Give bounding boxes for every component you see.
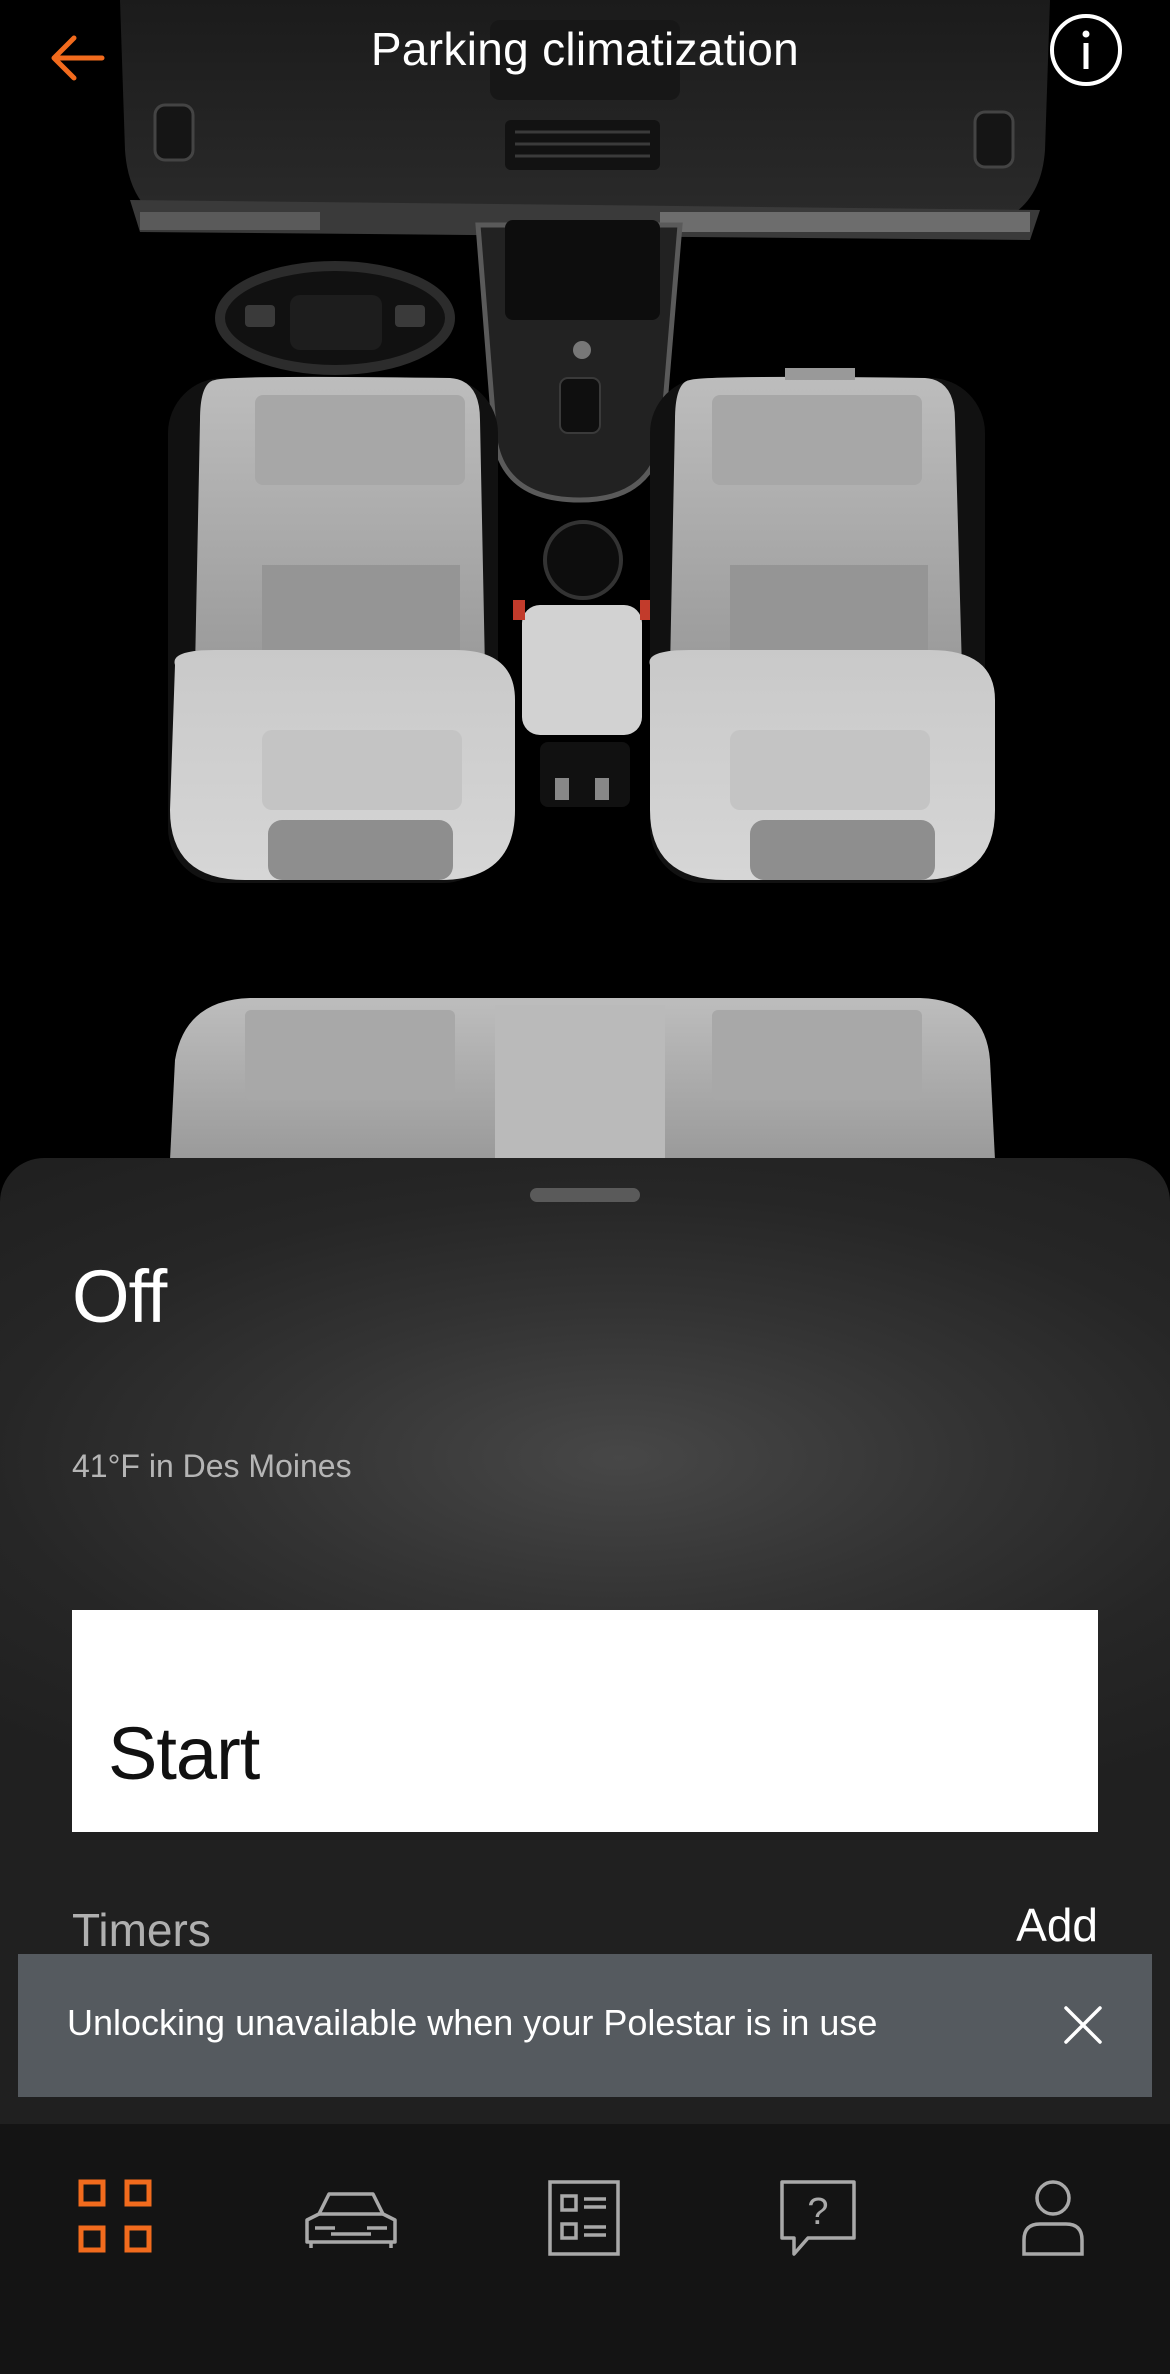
person-icon: [1022, 2180, 1084, 2256]
list-document-icon: [548, 2180, 620, 2256]
info-circle-icon: [1050, 14, 1122, 86]
sheet-grabber[interactable]: [530, 1188, 640, 1202]
close-icon: [1064, 2006, 1102, 2044]
right-front-seat: [649, 368, 995, 883]
top-header: Parking climatization: [0, 0, 1170, 110]
car-icon: [305, 2192, 397, 2248]
toast-message: Unlocking unavailable when your Polestar…: [67, 2002, 878, 2043]
rear-seat: [170, 998, 995, 1165]
svg-text:?: ?: [807, 2191, 828, 2233]
add-timer-button[interactable]: Add: [1016, 1898, 1098, 1952]
page-title: Parking climatization: [370, 23, 800, 75]
nav-item-profile[interactable]: [993, 2158, 1113, 2278]
bottom-navigation: ?: [0, 2124, 1170, 2374]
nav-item-support[interactable]: ?: [758, 2158, 878, 2278]
app-screen: Parking climatization Off 41°F in Des Mo…: [0, 0, 1170, 2374]
help-chat-icon: ?: [780, 2180, 856, 2256]
start-button[interactable]: Start: [72, 1610, 1098, 1832]
left-front-seat: [168, 376, 515, 883]
toast-close-button[interactable]: [1056, 1998, 1110, 2052]
climate-status: Off: [72, 1255, 167, 1338]
info-button[interactable]: [1048, 12, 1124, 88]
nav-item-dashboard[interactable]: [57, 2158, 177, 2278]
grid-icon: [78, 2179, 152, 2253]
start-button-label: Start: [108, 1712, 260, 1795]
car-interior-illustration: [120, 0, 1050, 1165]
timers-label: Timers: [72, 1904, 211, 1956]
outside-temperature: 41°F in Des Moines: [72, 1448, 352, 1484]
nav-item-articles[interactable]: [524, 2158, 644, 2278]
notification-toast: Unlocking unavailable when your Polestar…: [18, 1954, 1152, 2097]
nav-item-car[interactable]: [291, 2158, 411, 2278]
